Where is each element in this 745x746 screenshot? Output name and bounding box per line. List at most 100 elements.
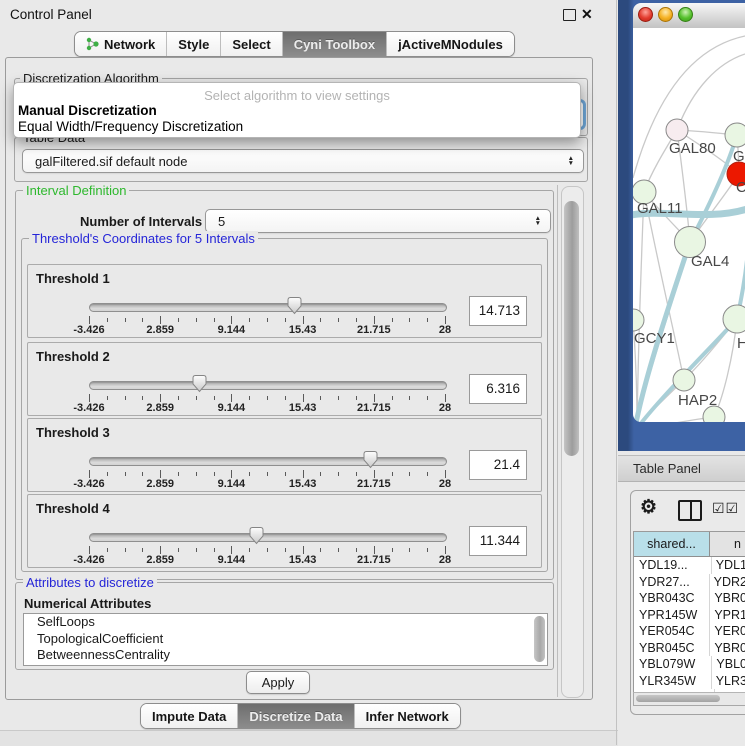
number-of-intervals-label: Number of Intervals — [80, 214, 202, 229]
slider-thumb-icon[interactable] — [362, 450, 379, 469]
tab-network[interactable]: Network — [75, 32, 166, 56]
close-icon[interactable]: ✕ — [581, 7, 593, 21]
number-of-intervals-combobox[interactable]: 5 ▲▼ — [205, 209, 551, 233]
threshold-row: Threshold 4 -3.4262.8599.14415.4321.7152… — [27, 494, 542, 568]
slider-scale-label: 21.715 — [357, 402, 391, 414]
slider-scale-label: 21.715 — [357, 324, 391, 336]
table-row[interactable]: YBL079WYBL0 — [634, 656, 745, 673]
slider-scale-label: 28 — [439, 324, 451, 336]
algorithm-dropdown-popup: Select algorithm to view settings Manual… — [13, 82, 581, 138]
dropdown-prompt: Select algorithm to view settings — [14, 88, 580, 103]
table-row[interactable]: YPR145WYPR1 — [634, 607, 745, 624]
number-of-intervals-value: 5 — [218, 214, 225, 229]
hscrollbar-thumb[interactable] — [636, 695, 720, 702]
table-data-value: galFiltered.sif default node — [35, 154, 187, 169]
slider-scale: -3.4262.8599.14415.4321.71528 — [28, 402, 541, 414]
table-header: shared... n — [634, 532, 745, 557]
list-scrollbar[interactable] — [534, 616, 545, 662]
panel-divider — [616, 0, 617, 745]
column-header-name[interactable]: n — [710, 532, 745, 556]
list-item[interactable]: TopologicalCoefficient — [24, 631, 547, 648]
threshold-slider[interactable]: -3.4262.8599.14415.4321.71528 — [28, 343, 541, 415]
main-vertical-scrollbar[interactable] — [561, 186, 584, 698]
tab-discretize-data[interactable]: Discretize Data — [237, 704, 353, 728]
scrollbar-thumb[interactable] — [564, 201, 579, 456]
page-title: Control Panel — [10, 7, 92, 22]
tab-impute-data[interactable]: Impute Data — [141, 704, 237, 728]
combo-arrows-icon: ▲▼ — [568, 156, 574, 166]
tab-jactivemnodules[interactable]: jActiveMNodules — [386, 32, 514, 56]
combo-arrows-icon: ▲▼ — [535, 216, 541, 226]
threshold-value-field[interactable]: 11.344 — [469, 526, 527, 556]
tab-label: Infer Network — [366, 709, 449, 724]
bottom-strip — [0, 730, 618, 746]
column-header-shared[interactable]: shared... — [634, 532, 710, 556]
node-label: C — [736, 179, 745, 196]
table-row[interactable]: YLR345WYLR3 — [634, 673, 745, 690]
threshold-slider[interactable]: -3.4262.8599.14415.4321.71528 — [28, 419, 541, 491]
node-label: GCY1 — [634, 330, 675, 347]
slider-scale: -3.4262.8599.14415.4321.71528 — [28, 324, 541, 336]
slider-track[interactable] — [89, 381, 447, 390]
table-data-combobox[interactable]: galFiltered.sif default node ▲▼ — [22, 149, 584, 173]
node-clipped-right[interactable] — [725, 123, 745, 147]
node-gcy1[interactable] — [633, 309, 644, 331]
slider-track[interactable] — [89, 533, 447, 542]
slider-thumb-icon[interactable] — [248, 526, 265, 545]
float-icon[interactable] — [563, 9, 576, 21]
tab-select[interactable]: Select — [220, 32, 281, 56]
slider-scale-label: -3.426 — [73, 324, 104, 336]
slider-scale-label: 9.144 — [218, 402, 246, 414]
apply-button[interactable]: Apply — [246, 671, 310, 694]
slider-scale-label: 9.144 — [218, 478, 246, 490]
slider-scale-label: 2.859 — [146, 402, 174, 414]
numerical-attributes-list[interactable]: SelfLoopsTopologicalCoefficientBetweenne… — [23, 613, 548, 666]
slider-scale-label: 15.43 — [289, 554, 317, 566]
split-column-icon[interactable] — [678, 500, 702, 521]
slider-scale-label: 9.144 — [218, 554, 246, 566]
table-row[interactable]: YDL19...YDL1 — [634, 557, 745, 574]
network-canvas[interactable]: GAL80 G C GAL11 GAL4 GCY1 H HAP2 — [633, 28, 745, 422]
table-row[interactable]: YDR27...YDR2 — [634, 574, 745, 591]
table-row[interactable]: YBR045CYBR0 — [634, 640, 745, 657]
table-horizontal-scrollbar[interactable] — [633, 692, 745, 706]
node-label: H — [737, 335, 745, 352]
slider-scale-label: 15.43 — [289, 324, 317, 336]
select-columns-icon[interactable]: ☑☑ — [712, 500, 739, 517]
list-item[interactable]: SelfLoops — [24, 614, 547, 631]
node-label: GAL4 — [691, 253, 729, 270]
threshold-slider[interactable]: -3.4262.8599.14415.4321.71528 — [28, 495, 541, 567]
tab-label: Select — [232, 37, 270, 52]
table-row[interactable]: YER054CYER0 — [634, 623, 745, 640]
minimize-yellow-icon[interactable] — [658, 7, 673, 22]
network-window-titlebar[interactable] — [633, 3, 745, 29]
slider-scale-label: 2.859 — [146, 324, 174, 336]
list-item[interactable]: BetweennessCentrality — [24, 647, 547, 664]
slider-track[interactable] — [89, 457, 447, 466]
threshold-value-field[interactable]: 21.4 — [469, 450, 527, 480]
tab-infer-network[interactable]: Infer Network — [354, 704, 460, 728]
group-title-interval-definition: Interval Definition — [23, 183, 129, 198]
threshold-value-field[interactable]: 14.713 — [469, 296, 527, 326]
node-label: G — [733, 148, 745, 165]
zoom-green-icon[interactable] — [678, 7, 693, 22]
node-gal80[interactable] — [666, 119, 688, 141]
slider-scale-label: 28 — [439, 478, 451, 490]
numerical-attributes-label: Numerical Attributes — [24, 596, 151, 611]
slider-track[interactable] — [89, 303, 447, 312]
slider-scale-label: 21.715 — [357, 554, 391, 566]
table-row[interactable]: YBR043CYBR0 — [634, 590, 745, 607]
close-red-icon[interactable] — [638, 7, 653, 22]
node-hap2[interactable] — [673, 369, 695, 391]
gear-icon[interactable]: ⚙ — [640, 496, 657, 519]
threshold-value-field[interactable]: 6.316 — [469, 374, 527, 404]
slider-thumb-icon[interactable] — [286, 296, 303, 315]
tab-cyni-toolbox[interactable]: Cyni Toolbox — [282, 32, 386, 56]
slider-thumb-icon[interactable] — [191, 374, 208, 393]
dropdown-item-equal-width-frequency[interactable]: Equal Width/Frequency Discretization — [18, 119, 243, 134]
threshold-slider[interactable]: -3.4262.8599.14415.4321.71528 — [28, 265, 541, 337]
slider-scale-label: 21.715 — [357, 478, 391, 490]
tab-style[interactable]: Style — [166, 32, 220, 56]
slider-scale-label: 28 — [439, 402, 451, 414]
dropdown-item-manual-discretization[interactable]: Manual Discretization — [18, 103, 157, 118]
